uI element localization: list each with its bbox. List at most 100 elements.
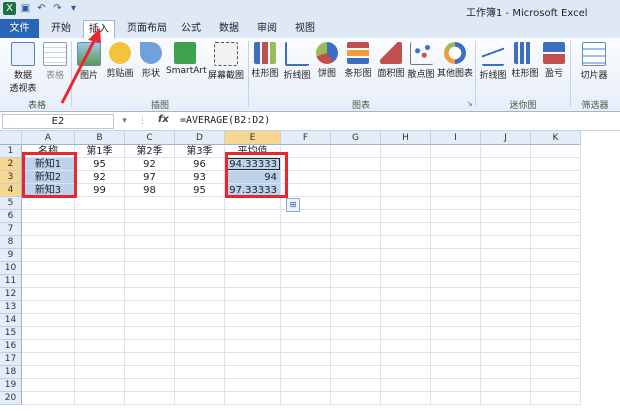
row-header[interactable]: 5 [0,197,22,210]
formula-input[interactable] [180,113,618,128]
grid-cell[interactable] [481,366,531,379]
sparkline-winloss-button[interactable]: 盈亏 [542,42,566,79]
tab-review[interactable]: 审阅 [252,21,282,37]
grid-cell[interactable] [22,210,75,223]
grid-cell[interactable] [281,288,331,301]
grid-cell[interactable] [431,392,481,405]
pivot-table-button[interactable]: 数据 透视表 [6,42,40,94]
grid-cell[interactable] [331,249,381,262]
grid-cell[interactable] [175,275,225,288]
save-icon[interactable]: ▣ [19,2,32,15]
grid-cell[interactable] [381,392,431,405]
grid-cell[interactable] [531,288,581,301]
scatter-chart-button[interactable]: 散点图 [406,42,436,80]
grid-cell[interactable] [531,223,581,236]
grid-cell[interactable] [431,145,481,158]
grid-cell[interactable] [175,262,225,275]
grid-cell[interactable] [75,301,125,314]
grid-cell[interactable] [175,236,225,249]
data-cell[interactable]: 98 [125,184,175,197]
sparkline-column-button[interactable]: 柱形图 [510,42,540,79]
data-cell[interactable]: 92 [75,171,125,184]
grid-cell[interactable] [225,275,281,288]
grid-cell[interactable] [175,210,225,223]
grid-cell[interactable] [431,197,481,210]
row-header[interactable]: 3 [0,171,22,184]
grid-cell[interactable] [331,314,381,327]
grid-cell[interactable] [481,197,531,210]
grid-cell[interactable] [531,184,581,197]
grid-cell[interactable] [381,301,431,314]
namebox-dropdown-icon[interactable]: ▾ [118,115,131,128]
grid-cell[interactable] [225,379,281,392]
row-header[interactable]: 16 [0,340,22,353]
grid-cell[interactable] [531,314,581,327]
grid-cell[interactable] [431,353,481,366]
grid-cell[interactable] [331,197,381,210]
row-header[interactable]: 17 [0,353,22,366]
grid-cell[interactable] [481,301,531,314]
picture-button[interactable]: 图片 [76,42,102,81]
grid-cell[interactable] [431,288,481,301]
grid-cell[interactable] [225,236,281,249]
row-header[interactable]: 7 [0,223,22,236]
customize-qat-icon[interactable]: ▾ [67,2,80,15]
grid-cell[interactable] [481,262,531,275]
column-header[interactable]: D [175,131,225,145]
grid-cell[interactable] [531,262,581,275]
grid-cell[interactable] [225,353,281,366]
row-header[interactable]: 6 [0,210,22,223]
grid-cell[interactable] [225,314,281,327]
grid-cell[interactable] [381,275,431,288]
grid-cell[interactable] [22,327,75,340]
tab-insert[interactable]: 插入 [83,20,115,39]
grid-cell[interactable] [281,379,331,392]
grid-cell[interactable] [331,301,381,314]
grid-cell[interactable] [22,236,75,249]
grid-cell[interactable] [481,184,531,197]
data-cell[interactable]: 第3季 [175,145,225,158]
grid-cell[interactable] [381,340,431,353]
grid-cell[interactable] [281,145,331,158]
grid-cell[interactable] [75,210,125,223]
grid-cell[interactable] [531,366,581,379]
grid-cell[interactable] [125,379,175,392]
grid-cell[interactable] [281,262,331,275]
grid-cell[interactable] [331,392,381,405]
table-button[interactable]: 表格 [42,42,68,81]
grid-cell[interactable] [125,249,175,262]
grid-cell[interactable] [175,223,225,236]
grid-cell[interactable] [175,366,225,379]
grid-cell[interactable] [225,392,281,405]
tab-data[interactable]: 数据 [214,21,244,37]
grid-cell[interactable] [125,288,175,301]
grid-cell[interactable] [431,210,481,223]
shapes-button[interactable]: 形状 [138,42,164,79]
line-chart-button[interactable]: 折线图 [282,42,312,81]
grid-cell[interactable] [481,288,531,301]
grid-cell[interactable] [331,171,381,184]
grid-cell[interactable] [75,314,125,327]
column-header[interactable]: B [75,131,125,145]
row-header[interactable]: 1 [0,145,22,158]
grid-cell[interactable] [75,249,125,262]
grid-cell[interactable] [481,223,531,236]
row-header[interactable]: 13 [0,301,22,314]
grid-cell[interactable] [125,236,175,249]
grid-cell[interactable] [431,249,481,262]
grid-cell[interactable] [481,314,531,327]
grid-cell[interactable] [531,145,581,158]
data-cell[interactable]: 95 [75,158,125,171]
grid-cell[interactable] [331,145,381,158]
grid-cell[interactable] [22,340,75,353]
grid-cell[interactable] [22,379,75,392]
grid-cell[interactable] [22,249,75,262]
grid-cell[interactable] [381,353,431,366]
grid-cell[interactable] [225,210,281,223]
grid-cell[interactable] [531,353,581,366]
grid-cell[interactable] [331,210,381,223]
grid-cell[interactable] [431,262,481,275]
grid-cell[interactable] [331,366,381,379]
data-cell[interactable]: 95 [175,184,225,197]
grid-cell[interactable] [175,197,225,210]
